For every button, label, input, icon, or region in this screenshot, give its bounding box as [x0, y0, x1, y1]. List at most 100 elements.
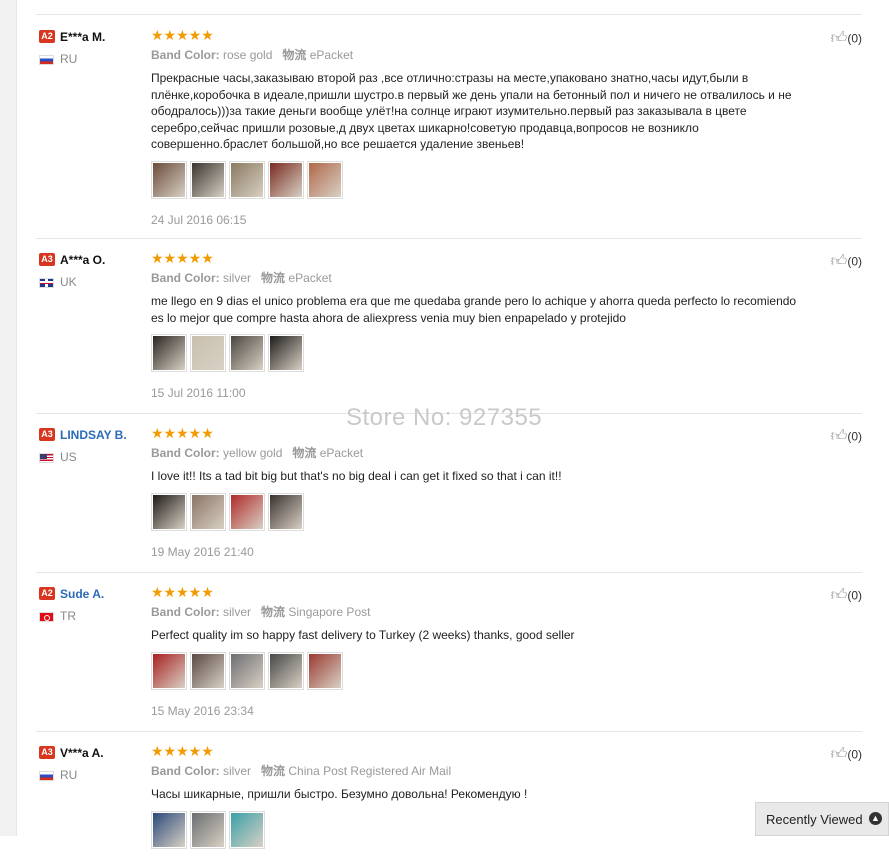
country-flag-icon [39, 611, 54, 622]
review-date: 15 May 2016 23:34 [151, 703, 254, 718]
helpful-count: (0) [847, 747, 862, 762]
photo-image [270, 494, 302, 529]
review-photo-thumbnail[interactable] [190, 810, 226, 849]
photo-image [231, 162, 263, 197]
review-photo-thumbnail[interactable] [268, 651, 304, 690]
review-photo-thumbnail[interactable] [229, 160, 265, 199]
star-rating: ★★★★★ [151, 584, 214, 600]
band-color-value: silver [223, 764, 252, 778]
chevron-up-icon: ▲ [869, 812, 882, 825]
reviewer-name: E***a M. [60, 29, 106, 44]
review-photos [151, 651, 812, 692]
thumbs-up-icon[interactable]: 👍︎ [831, 586, 848, 605]
left-page-strip [0, 0, 17, 836]
photo-image [231, 494, 263, 529]
band-color-value: silver [223, 605, 252, 619]
review-body: ★★★★★ Band Color: silver 物流 ePacket me lleg… [151, 250, 812, 400]
helpful-count: (0) [847, 31, 862, 46]
reviewer-name: V***a A. [60, 745, 104, 760]
review-photo-thumbnail[interactable] [190, 651, 226, 690]
reviewer-country: RU [39, 52, 149, 66]
review-text: Часы шикарные, пришли быстро. Безумно до… [151, 787, 528, 801]
helpful-vote[interactable]: 👍︎(0) [831, 29, 862, 48]
reviewer-country: RU [39, 768, 149, 782]
review-text: me llego en 9 dias el unico problema era… [151, 294, 797, 325]
band-color-key: Band Color: [151, 764, 220, 778]
buyer-level-badge: A3 [39, 253, 55, 267]
review-photos [151, 334, 812, 374]
review-photo-thumbnail[interactable] [190, 160, 226, 199]
review-body: ★★★★★ Band Color: yellow gold 物流 ePacket I … [151, 425, 812, 559]
helpful-count: (0) [847, 429, 862, 444]
review-item: A2 Sude A. TR ★★★★★ Band Color: silver 物流 Sin… [36, 572, 862, 732]
shipping-key: 物流 [261, 605, 286, 619]
photo-image [192, 336, 224, 370]
order-attributes: Band Color: rose gold 物流 ePacket [151, 46, 812, 63]
shipping-value: Singapore Post [288, 605, 371, 619]
reviewer-info: A3 V***a A. RU [39, 744, 149, 782]
band-color-value: silver [223, 271, 252, 285]
review-photo-thumbnail[interactable] [229, 334, 265, 372]
reviewer-name[interactable]: LINDSAY B. [60, 428, 127, 442]
review-photo-thumbnail[interactable] [268, 160, 304, 199]
helpful-count: (0) [847, 254, 862, 269]
country-flag-icon [39, 452, 54, 463]
helpful-vote[interactable]: 👍︎(0) [831, 745, 862, 764]
helpful-vote[interactable]: 👍︎(0) [831, 427, 862, 446]
review-photo-thumbnail[interactable] [190, 492, 226, 531]
review-photo-thumbnail[interactable] [229, 651, 265, 690]
store-watermark: Store No: 927355 [346, 404, 543, 431]
buyer-level-badge: A2 [39, 587, 55, 601]
review-body: ★★★★★ Band Color: silver 物流 China Post Reg… [151, 743, 812, 863]
review-photo-thumbnail[interactable] [151, 651, 187, 690]
order-attributes: Band Color: yellow gold 物流 ePacket [151, 444, 812, 461]
thumbs-up-icon[interactable]: 👍︎ [831, 29, 848, 48]
buyer-level-badge: A3 [39, 746, 55, 760]
shipping-key: 物流 [261, 764, 286, 778]
review-photo-thumbnail[interactable] [268, 334, 304, 372]
review-photo-thumbnail[interactable] [268, 492, 304, 531]
country-flag-icon [39, 277, 54, 288]
photo-image [309, 162, 341, 197]
review-photo-thumbnail[interactable] [151, 160, 187, 199]
photo-image [192, 162, 224, 197]
country-code: RU [60, 52, 78, 66]
country-code: TR [60, 609, 76, 623]
recently-viewed-label: Recently Viewed [766, 812, 863, 827]
country-code: UK [60, 275, 77, 289]
thumbs-up-icon[interactable]: 👍︎ [831, 252, 848, 271]
photo-image [153, 494, 185, 529]
photo-image [231, 812, 263, 847]
band-color-value: yellow gold [223, 446, 283, 460]
shipping-value: ePacket [319, 446, 364, 460]
review-item: A2 E***a M. RU ★★★★★ Band Color: rose gold 物流… [36, 15, 862, 239]
review-photo-thumbnail[interactable] [229, 810, 265, 849]
order-attributes: Band Color: silver 物流 ePacket [151, 269, 812, 286]
country-code: RU [60, 768, 78, 782]
reviewer-info: A2 E***a M. RU [39, 28, 149, 66]
reviewer-name[interactable]: Sude A. [60, 587, 104, 601]
helpful-vote[interactable]: 👍︎(0) [831, 586, 862, 605]
thumbs-up-icon[interactable]: 👍︎ [831, 427, 848, 446]
photo-image [192, 812, 224, 847]
review-photo-thumbnail[interactable] [151, 334, 187, 372]
review-photo-thumbnail[interactable] [229, 492, 265, 531]
shipping-key: 物流 [292, 446, 317, 460]
shipping-key: 物流 [282, 48, 307, 62]
recently-viewed-button[interactable]: Recently Viewed ▲ [755, 802, 889, 836]
buyer-level-badge: A3 [39, 428, 55, 442]
shipping-value: ePacket [309, 48, 354, 62]
photo-image [270, 162, 302, 197]
review-photo-thumbnail[interactable] [307, 160, 343, 199]
review-photo-thumbnail[interactable] [151, 810, 187, 849]
photo-image [231, 336, 263, 370]
thumbs-up-icon[interactable]: 👍︎ [831, 745, 848, 764]
helpful-vote[interactable]: 👍︎(0) [831, 252, 862, 271]
country-flag-icon [39, 770, 54, 781]
reviewer-country: UK [39, 275, 149, 289]
review-photo-thumbnail[interactable] [307, 651, 343, 690]
review-photo-thumbnail[interactable] [190, 334, 226, 372]
review-photo-thumbnail[interactable] [151, 492, 187, 531]
photo-image [153, 336, 185, 370]
review-item: A3 A***a O. UK ★★★★★ Band Color: silver 物流 eP… [36, 238, 862, 414]
